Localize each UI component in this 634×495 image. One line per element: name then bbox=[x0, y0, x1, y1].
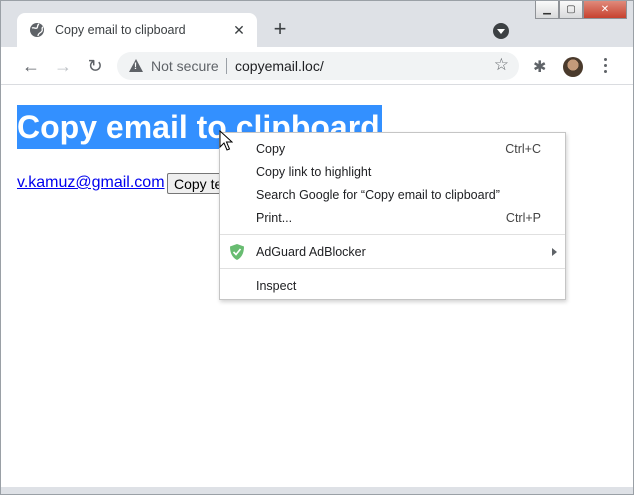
maximize-button[interactable]: ▢ bbox=[559, 1, 583, 19]
forward-button[interactable]: → bbox=[53, 56, 73, 76]
ctx-adguard[interactable]: AdGuard AdBlocker bbox=[220, 241, 565, 263]
email-link[interactable]: v.kamuz@gmail.com bbox=[17, 174, 165, 192]
ctx-adguard-label: AdGuard AdBlocker bbox=[256, 245, 366, 259]
ctx-separator bbox=[220, 268, 565, 269]
tab-title: Copy email to clipboard bbox=[55, 23, 186, 37]
address-divider bbox=[226, 58, 227, 74]
context-menu: Copy Ctrl+C Copy link to highlight Searc… bbox=[219, 132, 566, 300]
close-window-button[interactable]: ✕ bbox=[583, 1, 627, 19]
ctx-print-shortcut: Ctrl+P bbox=[505, 211, 541, 225]
tab-search-button[interactable] bbox=[493, 23, 509, 39]
ctx-search-google[interactable]: Search Google for “Copy email to clipboa… bbox=[220, 184, 565, 206]
security-label[interactable]: Not secure bbox=[151, 58, 219, 74]
toolbar: ← → ↻ ! Not secure copyemail.loc/ ☆ ✱ bbox=[1, 47, 633, 85]
ctx-print-label: Print... bbox=[256, 211, 293, 225]
ctx-copy[interactable]: Copy Ctrl+C bbox=[220, 138, 565, 160]
ctx-separator bbox=[220, 234, 565, 235]
warning-icon[interactable]: ! bbox=[129, 59, 143, 72]
ctx-copy-label: Copy bbox=[256, 142, 286, 156]
tab-strip: Copy email to clipboard ✕ + ▁ ▢ ✕ bbox=[1, 1, 633, 47]
back-button[interactable]: ← bbox=[21, 56, 41, 76]
kebab-menu-icon[interactable] bbox=[599, 58, 611, 76]
profile-avatar[interactable] bbox=[563, 57, 583, 77]
ctx-print[interactable]: Print... Ctrl+P bbox=[220, 207, 565, 229]
ctx-inspect[interactable]: Inspect bbox=[220, 275, 565, 297]
submenu-arrow-icon bbox=[552, 248, 557, 256]
ctx-search-google-label: Search Google for “Copy email to clipboa… bbox=[256, 188, 500, 202]
adguard-shield-icon bbox=[230, 244, 244, 260]
reload-button[interactable]: ↻ bbox=[85, 56, 105, 76]
ctx-copy-link-to-highlight[interactable]: Copy link to highlight bbox=[220, 161, 565, 183]
ctx-copy-shortcut: Ctrl+C bbox=[505, 142, 541, 156]
extensions-puzzle-icon[interactable]: ✱ bbox=[533, 57, 546, 77]
tab-close-icon[interactable]: ✕ bbox=[231, 22, 247, 39]
mouse-cursor-icon bbox=[219, 130, 233, 151]
ctx-copy-link-label: Copy link to highlight bbox=[256, 165, 372, 179]
window-controls: ▁ ▢ ✕ bbox=[535, 1, 627, 19]
bookmark-star-icon[interactable]: ☆ bbox=[494, 55, 509, 75]
tab-copy-email[interactable]: Copy email to clipboard ✕ bbox=[17, 13, 257, 47]
minimize-button[interactable]: ▁ bbox=[535, 1, 559, 19]
globe-icon bbox=[30, 23, 44, 37]
ctx-inspect-label: Inspect bbox=[256, 279, 297, 293]
new-tab-button[interactable]: + bbox=[269, 18, 291, 41]
url-text[interactable]: copyemail.loc/ bbox=[235, 58, 324, 74]
address-bar[interactable]: ! Not secure copyemail.loc/ ☆ bbox=[117, 52, 519, 80]
browser-window: Copy email to clipboard ✕ + ▁ ▢ ✕ ← → ↻ … bbox=[0, 0, 634, 495]
